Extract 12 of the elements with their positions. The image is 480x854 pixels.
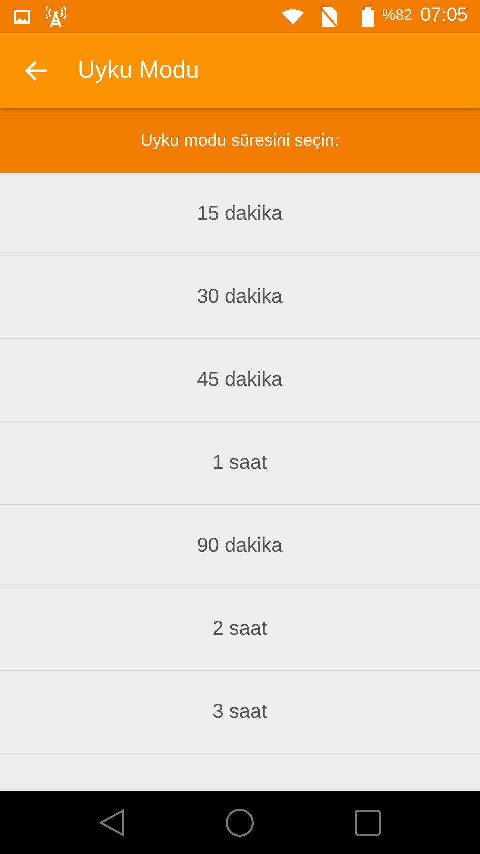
battery-icon [362, 6, 374, 26]
image-icon [14, 10, 30, 24]
recents-icon[interactable] [354, 809, 382, 837]
screen-title: Uyku Modu [78, 56, 200, 86]
antenna-icon [46, 6, 66, 28]
no-sim-icon [320, 6, 338, 28]
battery-percentage: %82 [382, 6, 412, 26]
clock-time: 07:05 [420, 4, 468, 28]
back-icon[interactable] [98, 808, 126, 838]
prompt-text: Uyku modu süresini seçin: [140, 130, 340, 152]
wifi-icon [282, 8, 304, 24]
home-icon[interactable] [224, 808, 255, 838]
